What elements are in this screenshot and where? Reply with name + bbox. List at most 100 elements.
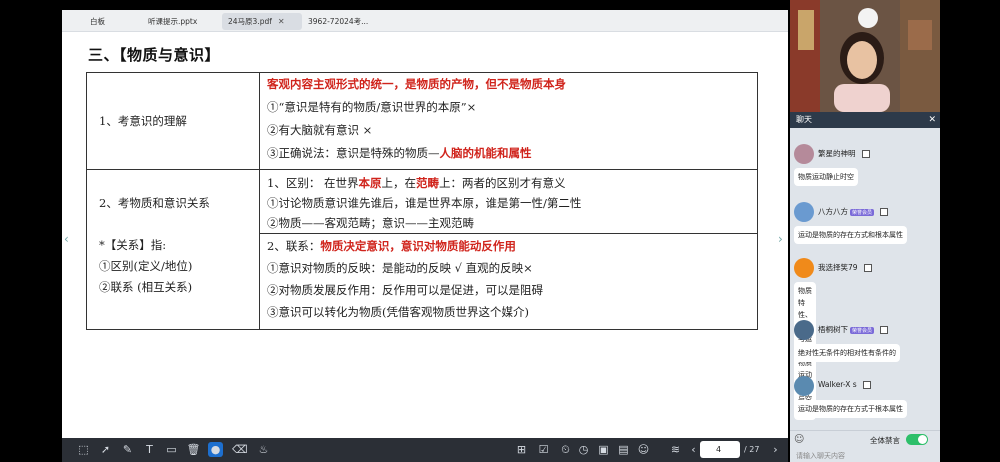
row1-label: 1、考意识的理解 <box>99 114 187 128</box>
chat-bubble: 绝对性无条件的相对性有条件的 <box>794 344 900 362</box>
next-page-icon[interactable]: › <box>778 232 783 246</box>
difference-title: 1、区别： 在世界本原上，在范畴上：两者的区别才有意义 <box>267 174 565 192</box>
page-current: 4 <box>716 445 722 454</box>
select-icon[interactable]: ⬚ <box>76 442 91 457</box>
link-text: 2、联系： <box>267 239 321 253</box>
select-checkbox[interactable] <box>880 208 889 216</box>
member-badge: 荣誉会员 <box>850 326 875 334</box>
link-point-3: ③意识可以转化为物质(凭借客观物质世界这个媒介) <box>267 305 529 319</box>
chat-bubble: 运动是物质的存在方式于根本属性 <box>794 400 907 418</box>
relation-title: *【关系】指: <box>99 238 167 252</box>
layers-icon[interactable]: ≋ <box>668 442 683 457</box>
chat-panel: 聊天 ✕ 繁星的神明 物质运动静止时空 八方八方 荣誉会员 运动是物质的存在方式和根… <box>790 112 940 462</box>
relation-item-2: ②联系 (相互关系) <box>99 280 193 294</box>
slide-heading: 三、【物质与意识】 <box>88 46 221 64</box>
link-point-2: ②对物质发展反作用：反作用可以是促进，可以是阻碍 <box>267 283 543 297</box>
slide-viewer: 白板 听课提示.pptx 24马原3.pdf ✕ 3962-72024考... ‹… <box>62 10 788 462</box>
select-checkbox[interactable] <box>880 326 889 334</box>
row2-label: 2、考物质和意识关系 <box>99 196 210 210</box>
difference-text: 上：两者的区别才有意义 <box>438 176 566 190</box>
tab-label: 白板 <box>90 17 105 26</box>
row1-point-3-highlight: 人脑的机能和属性 <box>439 146 532 160</box>
clear-icon[interactable]: ♨ <box>256 442 271 457</box>
row1-point-2: ②有大脑就有意识 × <box>267 123 373 137</box>
content-table: 1、考意识的理解 客观内容主观形式的统一，是物质的产物，但不是物质本身 ①“意识… <box>86 72 758 330</box>
ad-icon[interactable]: ▤ <box>616 442 631 457</box>
chat-bubble: 物质运动静止时空 <box>794 168 858 186</box>
tab-pptx[interactable]: 听课提示.pptx <box>142 13 203 30</box>
link-point-1: ①意识对物质的反映：是能动的反映 √ 直观的反映× <box>267 261 533 275</box>
video-frame-image <box>790 0 940 112</box>
link-title: 2、联系：物质决定意识，意识对物质能动反作用 <box>267 237 516 255</box>
select-checkbox[interactable] <box>862 381 871 389</box>
teacher-video <box>790 0 940 112</box>
timer-icon[interactable]: ⏲ <box>558 442 573 457</box>
shape-icon[interactable]: ▭ <box>164 442 179 457</box>
chat-username: 八方八方 荣誉会员 <box>818 206 889 217</box>
slide-content: ‹ › 三、【物质与意识】 1、考意识的理解 客观内容主观形式的统一，是物质的产… <box>62 32 788 438</box>
prev-page-icon[interactable]: ‹ <box>64 232 69 246</box>
link-highlight: 物质决定意识，意识对物质能动反作用 <box>320 239 516 253</box>
close-icon[interactable]: ✕ <box>928 112 936 128</box>
username-text: 繁星的神明 <box>818 149 856 158</box>
eraser-icon[interactable]: ⌫ <box>232 442 248 457</box>
row1-point-3-text: ③正确说法：意识是特殊的物质— <box>267 146 440 160</box>
chat-username: 我选择笑79 <box>818 262 872 273</box>
avatar <box>794 320 814 340</box>
mute-all-label: 全体禁言 <box>870 436 900 445</box>
tab-whiteboard[interactable]: 白板 <box>84 13 111 30</box>
text-icon[interactable]: T <box>142 442 157 457</box>
chat-footer: ☺ 全体禁言 请输入聊天内容 <box>790 430 940 462</box>
chat-username: Walker-X s <box>818 380 871 389</box>
annotation-toolbar: ⬚ ➚ ✎ T ▭ 🗑 ● ⌫ ♨ ⊞ ☑ ⏲ ◷ ▣ ▤ ☺ ≋ ‹ 4 / … <box>62 438 788 462</box>
tab-pdf[interactable]: 24马原3.pdf ✕ <box>222 13 302 30</box>
tab-label: 24马原3.pdf <box>228 17 272 26</box>
username-text: 梧桐树下 <box>818 325 848 334</box>
users-icon[interactable]: ☺ <box>636 442 651 457</box>
highlighter-icon[interactable]: ● <box>208 442 223 457</box>
avatar <box>794 258 814 278</box>
close-icon[interactable]: ✕ <box>278 17 285 26</box>
chat-username: 繁星的神明 <box>818 148 870 159</box>
username-text: 八方八方 <box>818 207 848 216</box>
table-divider <box>87 169 757 170</box>
avatar <box>794 376 814 396</box>
chat-title: 聊天 <box>796 115 812 124</box>
checklist-icon[interactable]: ☑ <box>536 442 551 457</box>
difference-highlight: 范畴 <box>415 176 439 190</box>
difference-text: 1、区别： 在世界 <box>267 176 359 190</box>
row1-point-3: ③正确说法：意识是特殊的物质—人脑的机能和属性 <box>267 144 532 162</box>
emoji-icon[interactable]: ☺ <box>794 434 804 445</box>
relation-item-1: ①区别(定义/地位) <box>99 259 193 273</box>
prev-page-button[interactable]: ‹ <box>686 442 701 457</box>
chat-username: 梧桐树下 荣誉会员 <box>818 324 889 335</box>
difference-point-1: ①讨论物质意识谁先谁后，谁是世界本原，谁是第一性/第二性 <box>267 196 582 210</box>
select-checkbox[interactable] <box>861 150 870 158</box>
row1-definition: 客观内容主观形式的统一，是物质的产物，但不是物质本身 <box>267 77 566 91</box>
difference-point-2: ②物质——客观范畴；意识——主观范畴 <box>267 216 474 230</box>
delete-icon[interactable]: 🗑 <box>186 442 201 457</box>
select-checkbox[interactable] <box>863 264 872 272</box>
mute-all-toggle[interactable] <box>906 434 928 445</box>
tab-label: 3962-72024考... <box>308 17 369 26</box>
table-divider <box>259 233 757 234</box>
pointer-icon[interactable]: ➚ <box>98 442 113 457</box>
document-tab-bar: 白板 听课提示.pptx 24马原3.pdf ✕ 3962-72024考... <box>62 10 788 32</box>
avatar <box>794 144 814 164</box>
black-margin <box>940 0 1000 462</box>
page-number-input[interactable]: 4 <box>700 441 740 458</box>
clock-icon[interactable]: ◷ <box>576 442 591 457</box>
difference-text: 上，在 <box>381 176 416 190</box>
image-icon[interactable]: ▣ <box>596 442 611 457</box>
pen-icon[interactable]: ✎ <box>120 442 135 457</box>
next-page-button[interactable]: › <box>768 442 783 457</box>
member-badge: 荣誉会员 <box>850 208 875 216</box>
chat-input[interactable]: 请输入聊天内容 <box>796 451 845 461</box>
username-text: 我选择笑79 <box>818 263 858 272</box>
tab-label: 听课提示.pptx <box>148 17 198 26</box>
table-divider <box>259 73 260 329</box>
tab-doc[interactable]: 3962-72024考... <box>302 13 374 30</box>
grid-icon[interactable]: ⊞ <box>514 442 529 457</box>
chat-header: 聊天 ✕ <box>790 112 940 128</box>
row1-point-1: ①“意识是特有的物质/意识世界的本原”× <box>267 100 477 114</box>
